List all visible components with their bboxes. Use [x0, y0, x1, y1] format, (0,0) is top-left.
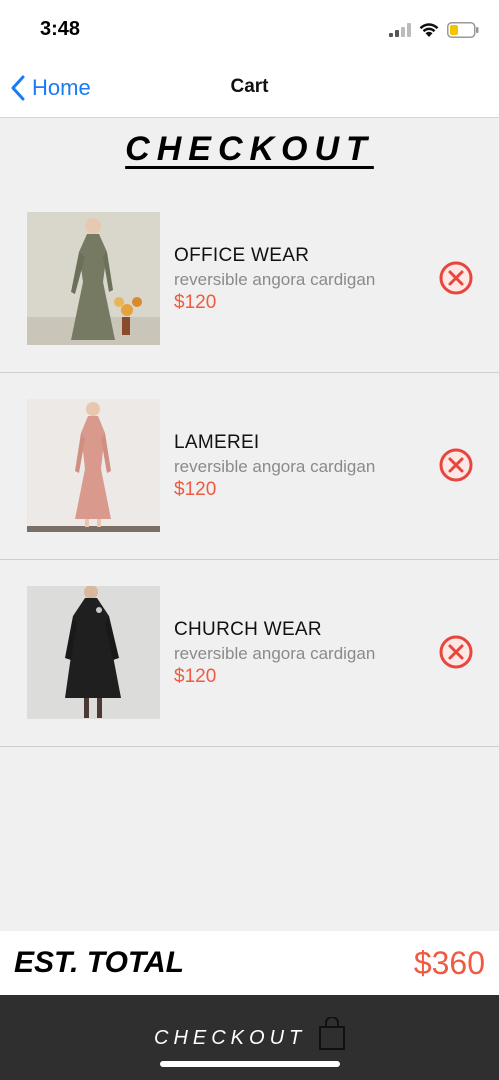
status-time: 3:48	[40, 18, 81, 40]
page-heading-text: CHECKOUT	[125, 130, 374, 168]
item-title: CHURCH WEAR	[174, 619, 322, 640]
home-indicator	[160, 1061, 340, 1067]
checkout-button[interactable]: CHECKOUT	[0, 995, 499, 1080]
checkout-button-label: CHECKOUT	[154, 1027, 307, 1049]
cart-item[interactable]: OFFICE WEAR reversible angora cardigan $…	[0, 186, 499, 373]
cellular-signal-icon	[389, 23, 411, 37]
page-heading: CHECKOUT	[0, 130, 499, 169]
cart-item[interactable]: LAMEREI reversible angora cardigan $120	[0, 373, 499, 560]
remove-item-button[interactable]	[438, 447, 474, 483]
total-value: $360	[413, 945, 485, 981]
remove-item-button[interactable]	[438, 634, 474, 670]
item-price: $120	[174, 479, 217, 500]
item-subtitle: reversible angora cardigan	[174, 644, 376, 663]
status-bar: 3:48	[0, 0, 499, 60]
item-details: OFFICE WEAR reversible angora cardigan $…	[174, 245, 414, 314]
item-details: CHURCH WEAR reversible angora cardigan $…	[174, 619, 414, 688]
item-price: $120	[174, 666, 217, 687]
item-title: OFFICE WEAR	[174, 245, 310, 266]
nav-title: Cart	[230, 76, 269, 97]
item-title: LAMEREI	[174, 432, 260, 453]
item-subtitle: reversible angora cardigan	[174, 457, 376, 476]
total-label: EST. TOTAL	[14, 946, 184, 979]
status-icons	[389, 20, 479, 40]
shopping-bag-icon	[319, 1017, 345, 1050]
navigation-bar: Home Cart	[0, 60, 499, 118]
item-details: LAMEREI reversible angora cardigan $120	[174, 432, 414, 501]
cart-list: OFFICE WEAR reversible angora cardigan $…	[0, 186, 499, 747]
wifi-icon	[419, 22, 439, 37]
product-image	[27, 399, 160, 532]
total-bar: EST. TOTAL $360	[0, 931, 499, 995]
item-subtitle: reversible angora cardigan	[174, 270, 376, 289]
product-image	[27, 586, 160, 719]
product-image	[27, 212, 160, 345]
battery-icon	[447, 22, 479, 38]
item-price: $120	[174, 292, 217, 313]
cart-item[interactable]: CHURCH WEAR reversible angora cardigan $…	[0, 560, 499, 747]
remove-item-button[interactable]	[438, 260, 474, 296]
